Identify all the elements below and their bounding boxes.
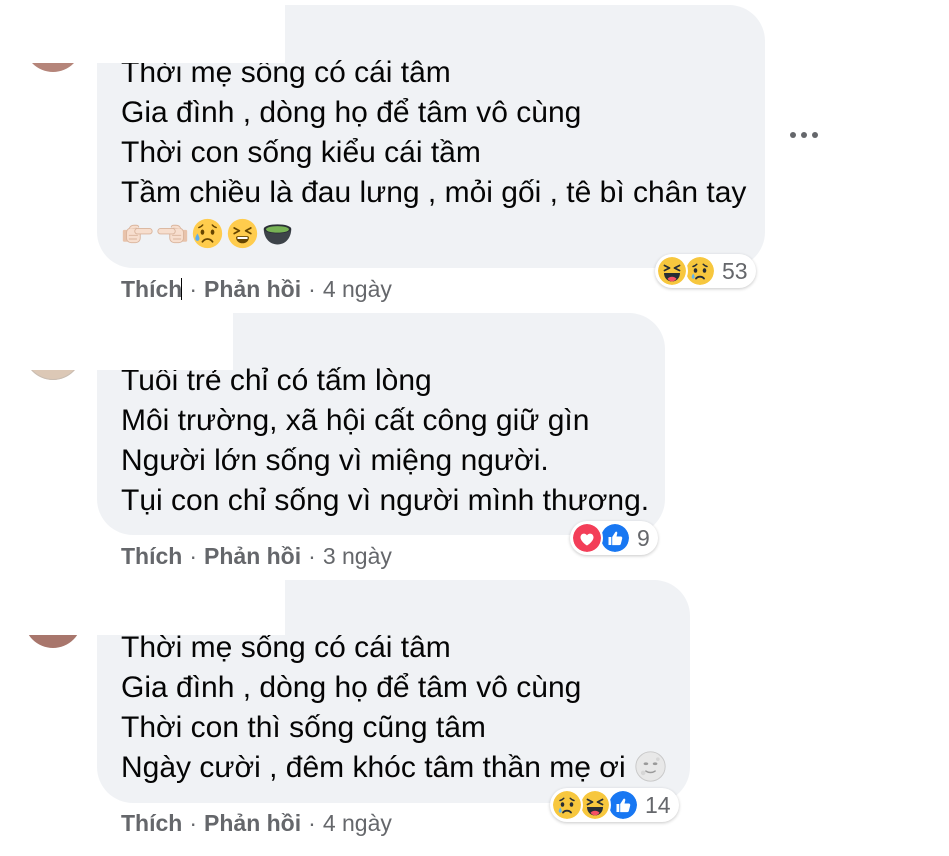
full-moon-face-icon [634,750,667,783]
dot [801,132,807,138]
reaction-count: 53 [722,258,748,284]
comment-text-line: Tầm chiều là đau lưng , mỏi gối , tê bì … [121,176,747,209]
sad-reaction-icon [684,255,716,287]
redacted-name-box [0,300,233,370]
comment-body: Thời mẹ sống có cái tâm Gia đình , dòng … [121,628,667,788]
comment-body: Thời mẹ sống có cái tâm Gia đình , dòng … [121,53,746,253]
timestamp-link[interactable]: 4 ngày [323,276,392,302]
dot [790,132,796,138]
haha-reaction-icon [579,789,611,821]
separator: · [189,810,198,836]
timestamp-link[interactable]: 4 ngày [323,810,392,836]
like-link[interactable]: Thích [121,810,182,836]
more-options-icon[interactable] [790,132,818,138]
comment-text-line: Gia đình , dòng họ để tâm vô cùng [121,671,582,704]
text-cursor [181,278,182,300]
separator: · [308,543,316,569]
comment-actions: Thích · Phản hồi · 3 ngày [121,543,392,569]
reaction-count: 14 [645,792,671,818]
reaction-summary[interactable]: 14 [550,788,679,822]
separator: · [189,276,198,302]
backhand-index-pointing-right-icon [121,217,154,250]
love-reaction-icon [571,522,603,554]
comment-text-line: Thời con thì sống cũng tâm [121,711,486,744]
redacted-name-box [0,570,285,635]
reply-link[interactable]: Phản hồi [204,810,301,836]
like-link[interactable]: Thích [121,543,182,569]
comment-text-line: Môi trường, xã hội cất công giữ gìn [121,404,590,437]
like-reaction-icon [599,522,631,554]
reaction-summary[interactable]: 53 [655,254,756,288]
separator: · [308,276,316,302]
separator: · [308,810,316,836]
tired-face-icon [226,217,259,250]
reaction-count: 9 [637,525,650,551]
timestamp-link[interactable]: 3 ngày [323,543,392,569]
reply-link[interactable]: Phản hồi [204,543,301,569]
like-reaction-icon [607,789,639,821]
comment-text-line-with-emoji: Ngày cười , đêm khóc tâm thần mẹ ơi [121,748,667,788]
comment-actions: Thích · Phản hồi · 4 ngày [121,810,392,836]
emoji-row [121,213,746,253]
sad-but-relieved-face-icon [191,217,224,250]
comment-text-line: Người lớn sống vì miệng người. [121,444,549,477]
haha-reaction-icon [656,255,688,287]
separator: · [189,543,198,569]
sad-reaction-icon [551,789,583,821]
reply-link[interactable]: Phản hồi [204,276,301,302]
comment-text: Ngày cười , đêm khóc tâm thần mẹ ơi [121,751,626,784]
like-link[interactable]: Thích [121,276,182,302]
comment-body: Tuổi trẻ chỉ có tấm lòng Môi trường, xã … [121,361,649,521]
comment-text-line: Gia đình , dòng họ để tâm vô cùng [121,96,582,129]
redacted-name-box [0,0,285,63]
comment-text-line: Thời con sống kiểu cái tầm [121,136,481,169]
teacup-icon [261,217,294,250]
dot [812,132,818,138]
comment-actions: Thích · Phản hồi · 4 ngày [121,276,392,302]
backhand-index-pointing-left-icon [156,217,189,250]
reaction-summary[interactable]: 9 [570,521,658,555]
comment-text-line: Tụi con chỉ sống vì người mình thương. [121,484,650,517]
